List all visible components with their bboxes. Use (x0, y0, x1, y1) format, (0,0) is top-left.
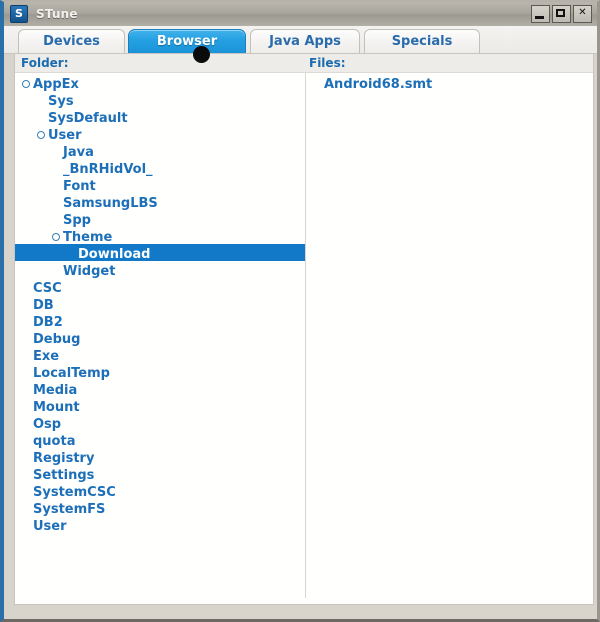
tab-strip: Devices Browser Java Apps Specials (4, 26, 597, 54)
tree-item-label: Java (63, 145, 94, 160)
tree-item[interactable]: Exe (15, 346, 305, 364)
tree-item-label: User (48, 128, 82, 143)
minimize-button[interactable] (531, 5, 550, 23)
maximize-button[interactable] (552, 5, 571, 23)
file-list[interactable]: Android68.smt (306, 74, 593, 604)
tree-item-label: Osp (33, 417, 62, 432)
title-bar: S STune ✕ (4, 2, 597, 27)
tree-item[interactable]: Settings (15, 465, 305, 483)
tree-item-label: _BnRHidVol_ (63, 162, 153, 177)
tree-item-label: Spp (63, 213, 91, 228)
tree-item-label: SystemCSC (33, 485, 116, 500)
tree-item[interactable]: Java (15, 142, 305, 160)
tree-item[interactable]: Widget (15, 261, 305, 279)
tree-item-label: Settings (33, 468, 95, 483)
file-list-item[interactable]: Android68.smt (306, 74, 593, 92)
tree-item[interactable]: Registry (15, 448, 305, 466)
tree-item[interactable]: DB (15, 295, 305, 313)
tree-item-label: LocalTemp (33, 366, 110, 381)
tree-item[interactable]: Theme (15, 227, 305, 245)
tree-item[interactable]: SamsungLBS (15, 193, 305, 211)
tree-item[interactable]: Osp (15, 414, 305, 432)
tree-item-label: Download (78, 247, 151, 262)
tree-item[interactable]: SystemFS (15, 499, 305, 517)
tree-item[interactable]: User (15, 516, 305, 534)
tree-item-label: Media (33, 383, 78, 398)
tree-item[interactable]: User (15, 125, 305, 143)
file-list-item-label: Android68.smt (324, 77, 433, 92)
tree-item-label: DB (33, 298, 54, 313)
panel-header-bar: Folder: Files: (15, 54, 593, 73)
tree-item-label: Widget (63, 264, 116, 279)
tree-item-label: DB2 (33, 315, 63, 330)
tree-item[interactable]: CSC (15, 278, 305, 296)
tree-item[interactable]: Sys (15, 91, 305, 109)
tree-item[interactable]: AppEx (15, 74, 305, 92)
tree-expander-icon[interactable] (52, 233, 60, 241)
stune-window: S STune ✕ Devices Browser Java Apps Special… (0, 0, 600, 622)
tree-item-label: Font (63, 179, 96, 194)
tree-item[interactable]: DB2 (15, 312, 305, 330)
tree-expander-icon[interactable] (22, 80, 30, 88)
stune-app-icon: S (10, 5, 28, 23)
tree-item-label: quota (33, 434, 76, 449)
tree-item[interactable]: Download (15, 244, 305, 262)
browser-content-panel: Folder: Files: AppEx Sys SysDefault User Jav… (14, 53, 594, 605)
window-controls: ✕ (531, 5, 592, 23)
tree-item[interactable]: Mount (15, 397, 305, 415)
tree-item-label: Exe (33, 349, 60, 364)
tree-item[interactable]: Media (15, 380, 305, 398)
tree-item-label: CSC (33, 281, 62, 296)
tree-item-label: AppEx (33, 77, 79, 92)
close-button[interactable]: ✕ (573, 5, 592, 23)
folder-tree[interactable]: AppEx Sys SysDefault User Java _BnRHidVol_ Fon… (15, 74, 305, 604)
tree-item[interactable]: SysDefault (15, 108, 305, 126)
files-panel-label: Files: (309, 56, 346, 70)
tab-browser[interactable]: Browser (128, 29, 246, 53)
minimize-icon (535, 16, 544, 19)
tree-item-label: Mount (33, 400, 80, 415)
tree-item-label: SamsungLBS (63, 196, 158, 211)
tree-item-label: Sys (48, 94, 74, 109)
folder-panel-label: Folder: (21, 56, 69, 70)
tree-item[interactable]: quota (15, 431, 305, 449)
tree-item-label: Theme (63, 230, 113, 245)
tab-devices[interactable]: Devices (18, 29, 125, 53)
tree-item-label: SystemFS (33, 502, 106, 517)
tab-specials[interactable]: Specials (364, 29, 480, 53)
tree-item-label: Debug (33, 332, 81, 347)
tree-item[interactable]: Debug (15, 329, 305, 347)
window-title: STune (36, 7, 78, 21)
tree-item[interactable]: SystemCSC (15, 482, 305, 500)
tree-item-label: Registry (33, 451, 95, 466)
close-icon: ✕ (578, 7, 587, 18)
tree-item-label: User (33, 519, 67, 534)
tree-item[interactable]: Spp (15, 210, 305, 228)
tree-item[interactable]: _BnRHidVol_ (15, 159, 305, 177)
tree-expander-icon[interactable] (37, 131, 45, 139)
tree-item[interactable]: LocalTemp (15, 363, 305, 381)
maximize-icon (556, 9, 565, 17)
tree-item[interactable]: Font (15, 176, 305, 194)
tab-java-apps[interactable]: Java Apps (250, 29, 360, 53)
tree-item-label: SysDefault (48, 111, 128, 126)
